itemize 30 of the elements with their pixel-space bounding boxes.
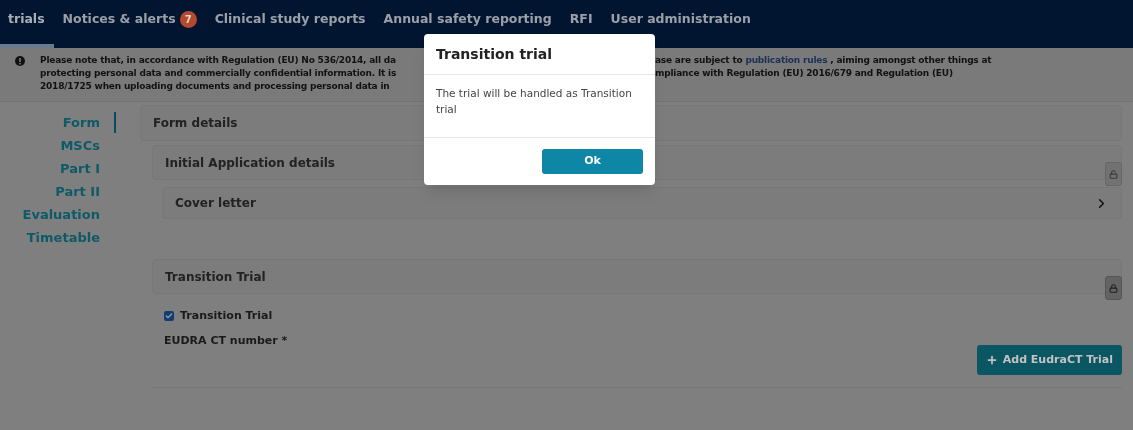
nav-tab[interactable]: User administration <box>601 0 760 48</box>
lock-icon <box>1109 283 1118 293</box>
add-eudract-button[interactable]: Add EudraCT Trial <box>976 345 1122 375</box>
publication-rules-link[interactable]: publication rules <box>745 55 828 65</box>
plus-icon <box>985 354 998 366</box>
notice-text: ase are subject to publication rules , aiming amongst other things at <box>655 54 992 67</box>
sidebar-item[interactable]: Form <box>62 112 116 133</box>
unlock-button[interactable] <box>1105 162 1122 186</box>
notice-text: Please note that, in accordance with Regulation (EU) No 536/2014, all da <box>40 54 397 67</box>
sidebar-item[interactable]: MSCs <box>60 135 116 156</box>
lock-button[interactable] <box>1105 276 1122 300</box>
sidebar-item[interactable]: Evaluation <box>22 204 116 225</box>
cover-letter-row[interactable]: Cover letter <box>162 187 1122 219</box>
sidebar-item[interactable]: Part II <box>55 181 116 202</box>
checkbox[interactable] <box>164 311 174 322</box>
field-label: EUDRA CT number * <box>164 332 288 349</box>
warning-icon <box>15 56 25 66</box>
nav-tab[interactable]: Notices & alerts 7 <box>53 0 206 48</box>
count-badge: 7 <box>179 10 197 28</box>
checkbox-label: Transition Trial <box>180 308 273 324</box>
nav-tab[interactable]: Clinical study reports <box>205 0 375 48</box>
sidebar-item[interactable]: Part I <box>60 158 116 179</box>
ok-button[interactable]: Ok <box>542 149 643 174</box>
section-header[interactable]: Transition Trial <box>152 259 1122 294</box>
notice-text: mpliance with Regulation (EU) 2016/679 and Regulation (EU) <box>655 67 954 80</box>
notice-text: protecting personal data and commercially confidential information. It is <box>40 67 398 80</box>
sidebar-item[interactable]: Timetable <box>26 227 116 248</box>
notice-text: 2018/1725 when uploading documents and processing personal data in <box>40 80 391 93</box>
unlocked-icon <box>1109 169 1118 179</box>
modal-title: Transition trial <box>436 44 553 64</box>
